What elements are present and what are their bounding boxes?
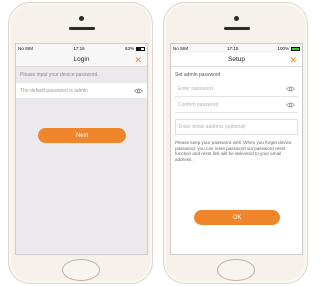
status-bar: No SIM 17:15 100%	[171, 44, 302, 53]
password-placeholder: The default password is admin	[20, 87, 88, 94]
battery-percent: 100%	[277, 46, 289, 51]
close-icon[interactable]: ✕	[289, 54, 297, 66]
password-note: Please keep your password well. When you…	[175, 140, 292, 162]
carrier-label: No SIM	[18, 46, 34, 51]
enter-password-placeholder: Enter password	[178, 85, 213, 92]
clock: 17:16	[73, 46, 85, 51]
eye-icon[interactable]	[134, 88, 143, 94]
section-label: Set admin password	[175, 72, 221, 78]
password-field[interactable]: The default password is admin	[16, 83, 147, 98]
next-button[interactable]: Next	[38, 128, 126, 143]
email-field[interactable]: Enter email address (optional)	[175, 119, 298, 135]
eye-icon[interactable]	[286, 86, 295, 92]
phone-frame-login: No SIM 17:16 63% Login ✕ Please input yo…	[8, 2, 153, 284]
home-button[interactable]	[62, 259, 100, 281]
status-right: 63%	[125, 46, 145, 51]
nav-bar: Login ✕	[16, 53, 147, 67]
status-bar: No SIM 17:16 63%	[16, 44, 147, 53]
clock: 17:15	[227, 46, 239, 51]
enter-password-field[interactable]: Enter password	[175, 81, 298, 97]
battery-icon	[290, 46, 300, 51]
eye-icon[interactable]	[286, 102, 295, 108]
carrier-label: No SIM	[173, 46, 189, 51]
confirm-password-field[interactable]: Confirm password	[175, 97, 298, 113]
nav-bar: Setup ✕	[171, 53, 302, 67]
phone-frame-setup: No SIM 17:15 100% Setup ✕ Set admin pass…	[163, 2, 308, 284]
confirm-password-placeholder: Confirm password	[178, 101, 219, 108]
password-hint: Please input your device password.	[20, 72, 99, 78]
page-title: Login	[73, 56, 90, 63]
email-placeholder: Enter email address (optional)	[179, 124, 246, 130]
status-right: 100%	[277, 46, 300, 51]
camera-dot	[79, 16, 84, 21]
ok-button[interactable]: OK	[194, 210, 280, 225]
page-title: Setup	[228, 56, 245, 63]
setup-screen: No SIM 17:15 100% Setup ✕ Set admin pass…	[170, 43, 303, 255]
speaker-grille	[224, 27, 250, 30]
battery-percent: 63%	[124, 46, 134, 51]
close-icon[interactable]: ✕	[134, 54, 142, 66]
speaker-grille	[69, 27, 95, 30]
battery-icon	[135, 46, 145, 51]
camera-dot	[234, 16, 239, 21]
login-screen: No SIM 17:16 63% Login ✕ Please input yo…	[15, 43, 148, 255]
home-button[interactable]	[217, 259, 255, 281]
